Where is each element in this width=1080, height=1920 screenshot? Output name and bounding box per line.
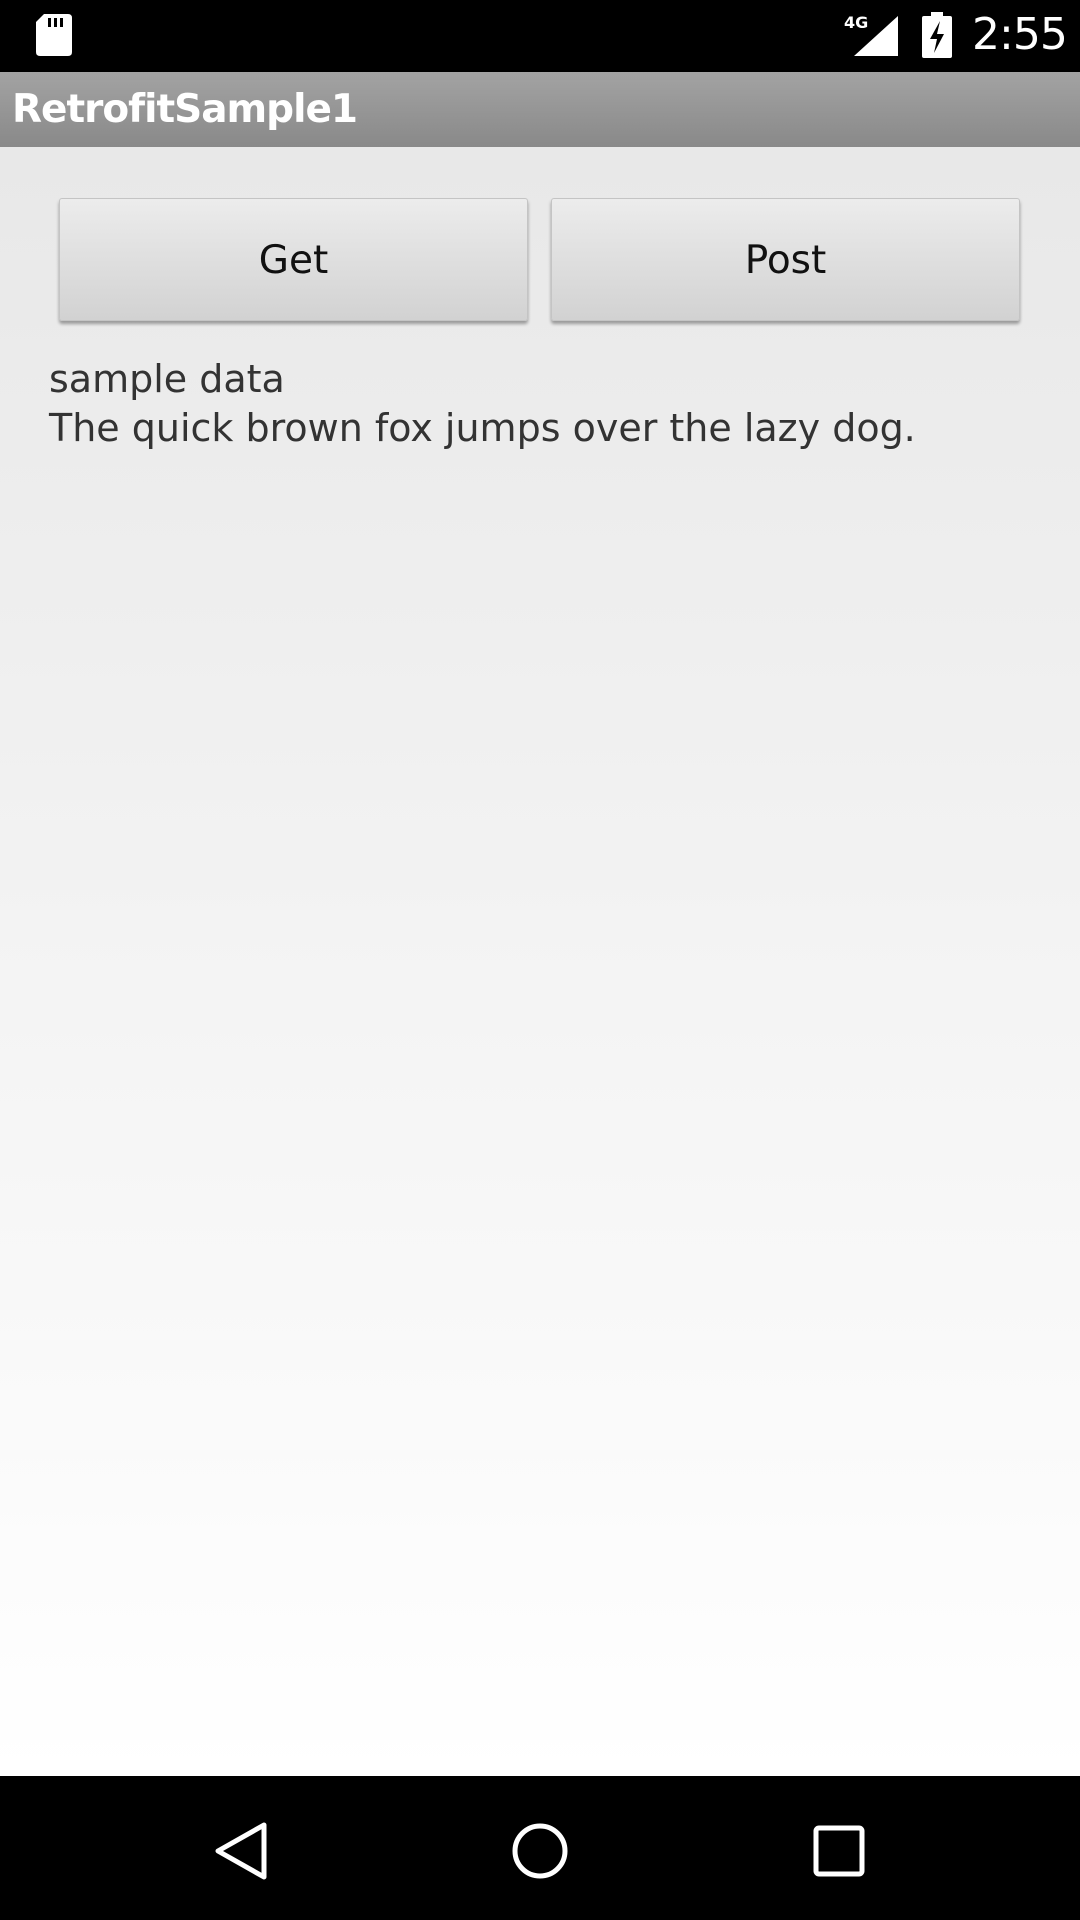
get-button[interactable]: Get — [59, 198, 528, 321]
home-icon[interactable] — [509, 1820, 571, 1882]
battery-charging-icon — [922, 12, 952, 58]
app-title: RetrofitSample1 — [12, 87, 358, 132]
result-text: sample data The quick brown fox jumps ov… — [49, 355, 1049, 453]
network-type-label: 4G — [844, 13, 868, 32]
result-line-1: sample data — [49, 357, 285, 401]
clock: 2:55 — [972, 9, 1068, 60]
recent-apps-icon[interactable] — [808, 1820, 870, 1882]
result-line-2: The quick brown fox jumps over the lazy … — [49, 406, 916, 450]
navigation-bar — [0, 1776, 1080, 1920]
action-bar: RetrofitSample1 — [0, 72, 1080, 147]
signal-icon: 4G — [844, 13, 898, 56]
sd-card-icon — [36, 14, 72, 56]
post-button[interactable]: Post — [551, 198, 1020, 321]
back-icon[interactable] — [210, 1820, 272, 1882]
main-content: Get Post sample data The quick brown fox… — [0, 147, 1080, 1776]
status-bar: 4G 2:55 — [0, 0, 1080, 72]
